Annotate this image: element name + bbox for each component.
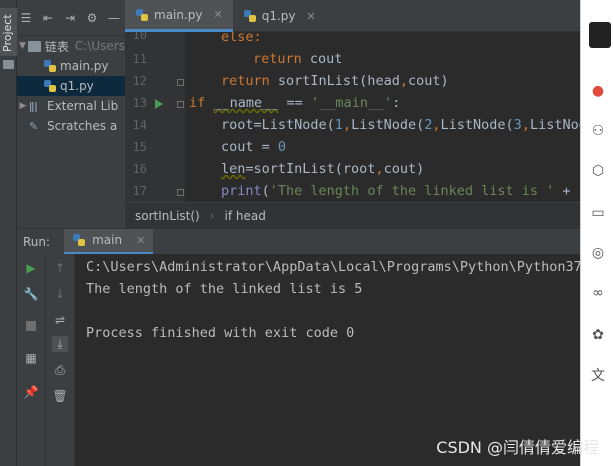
code-text: else: xyxy=(221,32,262,45)
tab-q1-py[interactable]: q1.py ✕ xyxy=(233,0,326,32)
close-icon[interactable]: ✕ xyxy=(214,8,223,21)
notification-icon[interactable]: ● xyxy=(589,82,607,100)
fold-marker-icon[interactable] xyxy=(177,101,184,108)
line-number: 12 xyxy=(132,74,147,88)
run-toolbar-secondary: ↑ ↓ ⇌ ⤓ ⎙ 🗑 xyxy=(45,254,75,466)
console-line: Process finished with exit code 0 xyxy=(86,325,355,341)
chevron-right-icon: › xyxy=(209,208,215,223)
rerun-icon[interactable]: ▶ xyxy=(23,260,39,276)
arrow-down-icon[interactable]: ↓ xyxy=(52,286,68,302)
translate-icon[interactable]: 文 xyxy=(589,366,607,384)
trash-icon[interactable]: 🗑 xyxy=(52,388,68,404)
python-file-icon xyxy=(243,10,256,22)
line-number: 15 xyxy=(132,140,147,154)
tree-item-label: q1.py xyxy=(60,79,94,93)
minus-icon[interactable]: — xyxy=(107,11,121,25)
tree-item-q1-py[interactable]: q1.py xyxy=(17,76,125,96)
gear-icon[interactable]: ⚙ xyxy=(85,11,99,25)
code-line-10: else: xyxy=(221,32,262,48)
close-icon[interactable]: ✕ xyxy=(136,234,145,247)
line-number: 10 xyxy=(132,32,147,42)
tree-item-path: C:\Users xyxy=(74,39,125,53)
chevron-right-icon[interactable]: ▶ xyxy=(17,101,29,111)
layout-icon[interactable]: ▦ xyxy=(23,350,39,366)
code-line-15: cout = 0 xyxy=(221,139,287,155)
editor-gutter: 10 11 12 13 14 15 16 17 xyxy=(125,32,185,202)
line-number: 11 xyxy=(132,52,147,66)
tree-item-scratches[interactable]: ✎ Scratches a xyxy=(17,116,125,136)
fold-marker-icon[interactable] xyxy=(177,189,184,196)
console-line: The length of the linked list is 5 xyxy=(86,281,363,297)
editor-tab-bar: main.py ✕ q1.py ✕ xyxy=(125,0,580,32)
tree-item-project-root[interactable]: ▼ 链表 C:\Users xyxy=(17,36,125,56)
tree-item-external-libraries[interactable]: ▶ ǁǀ External Lib xyxy=(17,96,125,116)
code-line-17: print('The length of the linked list is … xyxy=(221,183,580,199)
python-file-icon xyxy=(136,8,148,21)
python-file-icon xyxy=(73,234,86,246)
breadcrumb-item-function[interactable]: sortInList() xyxy=(135,209,200,223)
code-line-11: return cout xyxy=(253,51,343,67)
scroll-to-end-icon[interactable]: ⤓ xyxy=(52,336,68,352)
code-line-12: return sortInList(head,cout) xyxy=(221,73,449,89)
tab-run-main[interactable]: main ✕ xyxy=(64,228,154,255)
avatar[interactable] xyxy=(589,22,611,48)
user-icon[interactable]: ⚇ xyxy=(589,122,607,140)
print-icon[interactable]: ⎙ xyxy=(52,362,68,378)
watermark: CSDN @闫倩倩爱编程 xyxy=(436,438,599,457)
line-number: 17 xyxy=(132,184,147,198)
python-file-icon xyxy=(44,60,56,72)
expand-icon[interactable]: ⇥ xyxy=(63,11,77,25)
tree-item-label: 链表 xyxy=(44,39,69,54)
folder-icon xyxy=(28,40,41,52)
run-label: Run: xyxy=(23,234,51,249)
line-number: 13 xyxy=(132,96,147,110)
fold-marker-icon[interactable] xyxy=(177,79,184,86)
tab-main-py[interactable]: main.py ✕ xyxy=(125,0,233,32)
project-toolbar: ☰ ⇤ ⇥ ⚙ — xyxy=(17,0,125,36)
wrench-icon[interactable]: 🔧 xyxy=(23,286,39,302)
project-tool-tab[interactable]: Project xyxy=(0,8,17,56)
chevron-down-icon[interactable]: ▼ xyxy=(17,41,28,51)
soft-wrap-icon[interactable]: ⇌ xyxy=(52,312,68,328)
project-panel: ☰ ⇤ ⇥ ⚙ — ▼ 链表 C:\Users main.py q1.py ▶ … xyxy=(17,0,125,228)
tree-item-label: Scratches a xyxy=(47,119,118,133)
tree-item-label: main.py xyxy=(60,59,109,73)
breadcrumb: sortInList() › if head xyxy=(125,202,580,228)
tree-item-label: External Lib xyxy=(47,99,119,113)
close-icon[interactable]: ✕ xyxy=(307,10,316,23)
project-tab-label: Project xyxy=(1,14,14,52)
breadcrumb-item-if[interactable]: if head xyxy=(225,209,266,223)
collapse-icon[interactable]: ⇤ xyxy=(41,11,55,25)
list-icon[interactable]: ☰ xyxy=(19,11,33,25)
code-line-13: if __name__ == '__main__': xyxy=(189,95,401,111)
left-tool-strip: Project xyxy=(0,0,17,466)
run-tab-label: main xyxy=(92,233,123,247)
search-icon[interactable]: ◎ xyxy=(589,244,607,262)
line-number: 16 xyxy=(132,162,147,176)
tree-item-main-py[interactable]: main.py xyxy=(17,56,125,76)
code-line-14: root=ListNode(1,ListNode(2,ListNode(3,Li… xyxy=(221,117,580,133)
run-panel-header: Run: main ✕ xyxy=(17,228,580,255)
stop-icon[interactable] xyxy=(23,318,39,334)
arrow-up-icon[interactable]: ↑ xyxy=(52,260,68,276)
code-line-16: len=sortInList(root,cout) xyxy=(221,161,425,177)
gear-icon[interactable]: ✿ xyxy=(589,326,607,344)
scratches-icon: ✎ xyxy=(29,119,39,133)
code-editor[interactable]: 10 11 12 13 14 15 16 17 else: return cou… xyxy=(125,32,580,202)
folder-icon[interactable] xyxy=(3,60,14,69)
python-file-icon xyxy=(44,80,56,92)
line-number: 14 xyxy=(132,118,147,132)
console-line: C:\Users\Administrator\AppData\Local\Pro… xyxy=(86,259,580,275)
run-toolbar-primary: ▶ 🔧 ▦ 📌 xyxy=(17,254,45,466)
cube-icon[interactable]: ⬡ xyxy=(589,162,607,180)
tab-label: q1.py xyxy=(261,9,296,23)
tab-label: main.py xyxy=(154,7,203,22)
library-icon: ǁǀ xyxy=(29,99,38,113)
pin-icon[interactable]: 📌 xyxy=(23,384,39,400)
folder-icon[interactable]: ▭ xyxy=(589,204,607,222)
infinity-icon[interactable]: ∞ xyxy=(589,284,607,302)
run-gutter-icon[interactable] xyxy=(155,99,163,109)
right-sidebar: ● ⚇ ⬡ ▭ ◎ ∞ ✿ 文 xyxy=(580,0,613,466)
